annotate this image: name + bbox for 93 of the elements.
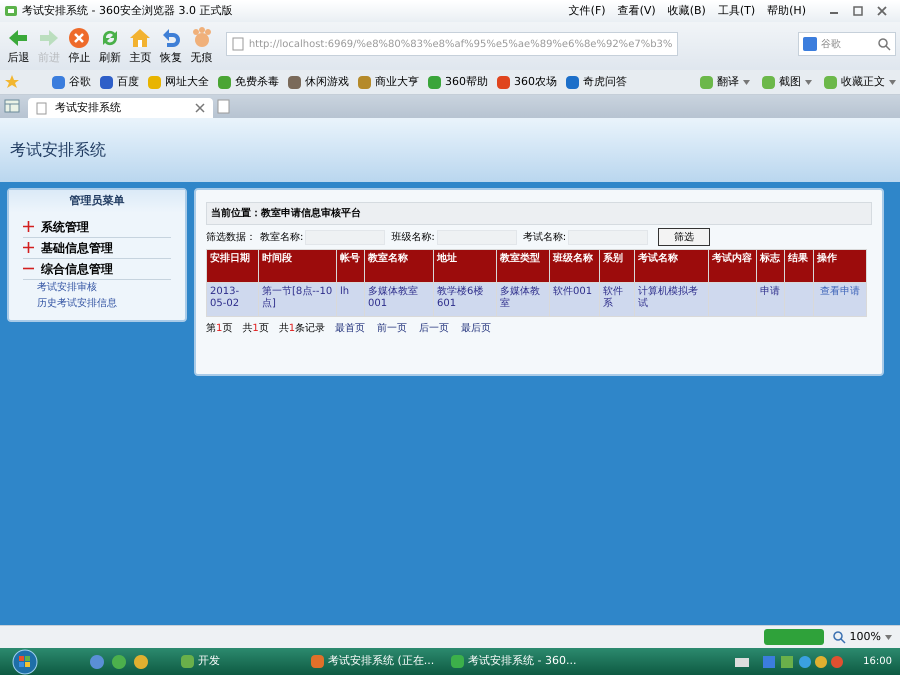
pagination-link[interactable]: 前一页	[377, 320, 408, 336]
page-info: 第1页	[206, 322, 232, 336]
sidebar-title: 管理员菜单	[9, 190, 185, 212]
bookmark-link[interactable]: 商业大亨	[358, 74, 419, 90]
toolbar-button[interactable]: 恢复	[156, 26, 186, 66]
bookmark-link[interactable]: 谷歌	[52, 74, 91, 90]
plus-icon	[23, 242, 34, 253]
table-cell: 计算机模拟考试	[638, 286, 698, 309]
tool-icon	[762, 76, 775, 88]
window-icon	[451, 655, 464, 668]
toolbar-button[interactable]: 主页	[126, 26, 155, 66]
field-label: 班级名称:	[391, 230, 435, 244]
toolbar-link[interactable]: 截图	[762, 74, 801, 90]
filter-label: 筛选数据：	[206, 230, 256, 244]
search-engine-icon	[802, 37, 817, 51]
menu-group[interactable]: 综合信息管理	[23, 258, 171, 280]
search-icon[interactable]	[876, 37, 891, 51]
search-box[interactable]: 谷歌	[798, 32, 896, 56]
menu-item[interactable]: 文件(F)	[568, 2, 606, 20]
window-title: 考试安排系统 - 360安全浏览器 3.0 正式版	[22, 2, 232, 19]
menu-item[interactable]: 帮助(H)	[767, 2, 806, 20]
zoom-icon[interactable]	[832, 630, 846, 644]
pagination-link[interactable]: 后一页	[419, 320, 450, 336]
tool-icon	[700, 76, 713, 88]
tab-title: 考试安排系统	[55, 100, 122, 116]
bookmark-link[interactable]: 免费杀毒	[218, 74, 279, 90]
page-header: 考试安排系统	[0, 118, 900, 182]
bookmark-link[interactable]: 360农场	[497, 74, 557, 90]
menu-link[interactable]: 考试安排审核	[33, 280, 185, 296]
page-info: 共1条记录	[278, 322, 326, 336]
caret-icon[interactable]	[885, 634, 892, 640]
new-tab-icon[interactable]	[217, 99, 230, 114]
bookmark-link[interactable]: 休闲游戏	[288, 74, 349, 90]
star-icon[interactable]	[4, 74, 20, 90]
table-cell: 软件001	[553, 286, 592, 297]
table-cell: 2013-05-02	[210, 286, 240, 309]
bookmark-link[interactable]: 百度	[100, 74, 139, 90]
app-icon	[4, 4, 18, 18]
table-cell: 第一节[8点--10点]	[262, 286, 332, 309]
taskbar-button[interactable]: 考试安排系统 - 360...	[451, 653, 601, 670]
breadcrumb: 当前位置：教室申请信息审核平台	[206, 202, 872, 225]
stop-icon	[67, 26, 92, 50]
table-cell: 软件系	[603, 286, 623, 309]
tab-list-icon[interactable]	[4, 98, 20, 114]
browser-tab[interactable]: 考试安排系统	[28, 98, 213, 118]
menu-group[interactable]: 系统管理	[23, 216, 171, 238]
page-info: 共1页	[242, 322, 269, 336]
caret-icon[interactable]	[805, 80, 812, 84]
quick-launch-icon[interactable]	[90, 654, 104, 668]
filter-button[interactable]: 筛选	[658, 228, 710, 246]
menu-group[interactable]: 基础信息管理	[23, 238, 171, 258]
quick-launch-icon[interactable]	[112, 654, 126, 668]
pagination-link[interactable]: 最后页	[461, 320, 492, 336]
bookmark-link[interactable]: 奇虎问答	[566, 74, 627, 90]
table-cell: lh	[340, 286, 350, 297]
plus-icon	[23, 221, 34, 232]
clock: 16:00	[863, 655, 892, 669]
table-cell: 申请	[760, 286, 780, 297]
caret-icon[interactable]	[743, 80, 750, 84]
toolbar-link[interactable]: 收藏正文	[824, 74, 885, 90]
menu-item[interactable]: 工具(T)	[718, 2, 756, 20]
search-field[interactable]: 谷歌	[820, 34, 877, 54]
tool-icon	[824, 76, 837, 88]
page-icon	[230, 37, 245, 51]
start-button-icon[interactable]	[10, 648, 40, 674]
window-icon	[311, 655, 324, 668]
field-label: 教室名称:	[260, 230, 304, 244]
zoom-level[interactable]: 100%	[850, 628, 881, 646]
table-cell: 多媒体教室001	[368, 286, 418, 309]
close-icon[interactable]	[195, 103, 205, 113]
toolbar-button[interactable]: 无痕	[187, 26, 216, 66]
close-icon[interactable]	[876, 5, 888, 17]
table-cell: 多媒体教室	[500, 286, 540, 309]
page-icon	[36, 102, 47, 114]
menu-link[interactable]: 历史考试安排信息	[33, 296, 185, 312]
pagination-link[interactable]: 最首页	[335, 320, 366, 336]
toolbar-button[interactable]: 后退	[4, 26, 33, 66]
toolbar-link[interactable]: 翻译	[700, 74, 739, 90]
quick-launch-icon[interactable]	[134, 654, 148, 668]
taskbar-button[interactable]: 考试安排系统 (正在...	[311, 653, 451, 670]
column-header: 安排日期	[206, 250, 258, 282]
bookmark-link[interactable]: 360帮助	[428, 74, 488, 90]
field-label: 考试名称:	[522, 230, 566, 244]
maximize-icon[interactable]	[852, 5, 864, 17]
caret-icon[interactable]	[889, 80, 896, 84]
toolbar-button[interactable]: 刷新	[96, 26, 124, 66]
menu-item[interactable]: 查看(V)	[618, 2, 656, 20]
bookmark-link[interactable]: 网址大全	[148, 74, 209, 90]
window-icon	[181, 655, 194, 668]
table-cell: 教学楼6楼601	[437, 286, 484, 309]
taskbar-button[interactable]: 开发	[181, 653, 311, 670]
menu-item[interactable]: 收藏(B)	[668, 2, 706, 20]
toolbar-button[interactable]: 停止	[65, 26, 94, 66]
